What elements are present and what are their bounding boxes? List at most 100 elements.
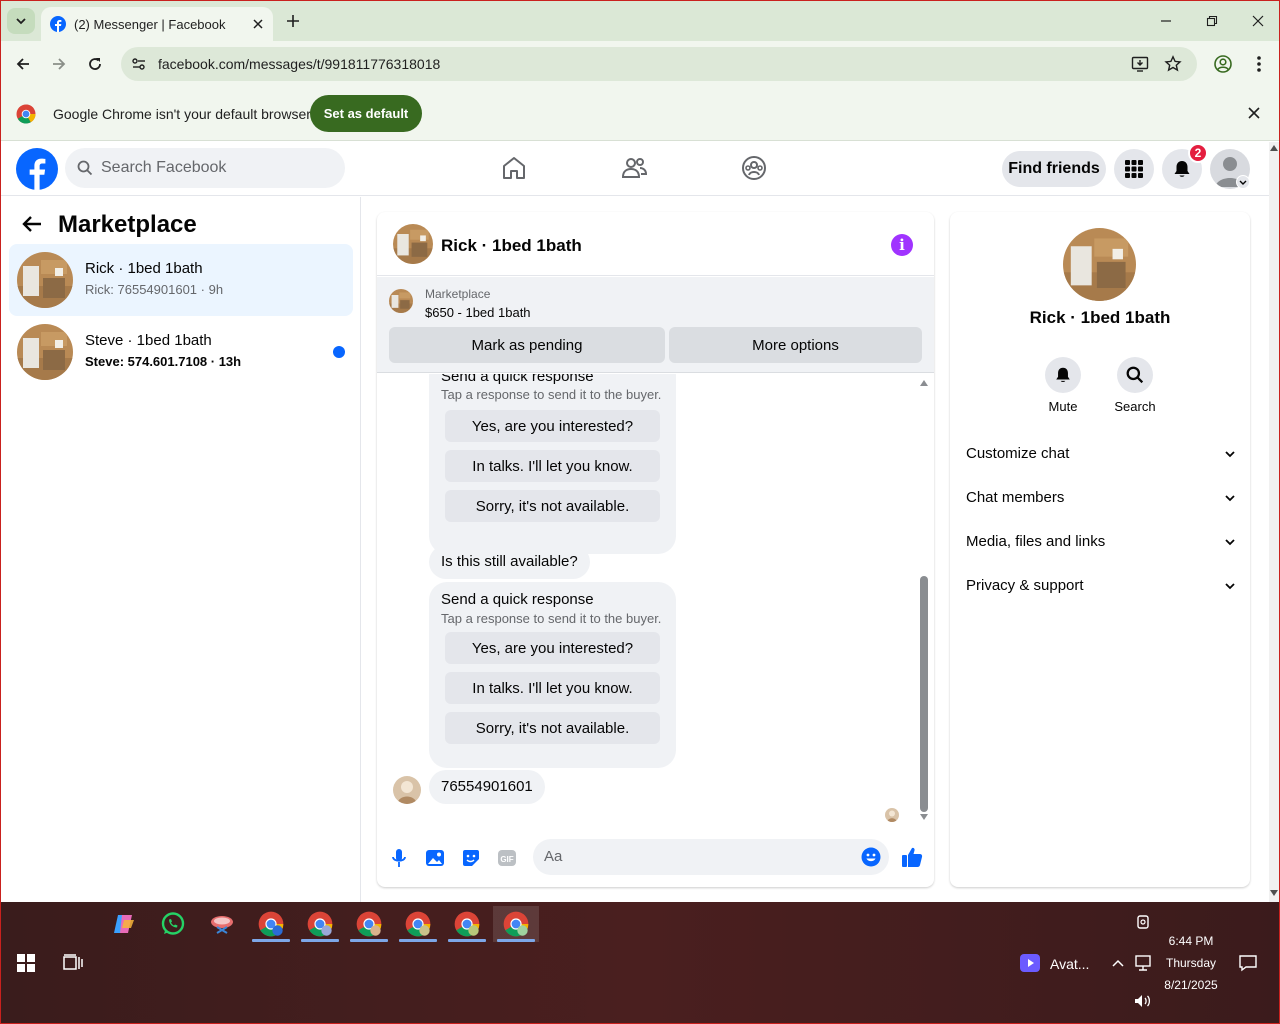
details-avatar[interactable] xyxy=(1063,228,1136,301)
clock-day[interactable]: Thursday xyxy=(1153,956,1229,970)
task-view-icon[interactable] xyxy=(63,954,83,972)
quick-response-option[interactable]: Sorry, it's not available. xyxy=(445,490,660,522)
listing-thumbnail xyxy=(389,289,413,313)
chat-title[interactable]: Rick · 1bed 1bath xyxy=(441,236,582,256)
photo-icon[interactable] xyxy=(424,847,446,869)
search-in-chat-button[interactable]: Search xyxy=(1105,357,1165,414)
network-icon[interactable] xyxy=(1134,955,1152,971)
info-icon[interactable]: i xyxy=(891,234,913,256)
clock-date[interactable]: 8/21/2025 xyxy=(1153,978,1229,992)
volume-icon[interactable] xyxy=(1134,994,1152,1008)
site-settings-icon[interactable] xyxy=(131,56,147,72)
new-tab-button[interactable] xyxy=(283,11,303,31)
back-button[interactable] xyxy=(11,52,35,76)
close-infobar-icon[interactable] xyxy=(1248,107,1260,119)
scroll-thumb[interactable] xyxy=(920,576,928,812)
section-label: Customize chat xyxy=(966,445,1070,462)
tab-messenger[interactable]: (2) Messenger | Facebook xyxy=(41,7,273,41)
tab-search-button[interactable] xyxy=(7,8,35,34)
quick-response-option[interactable]: Sorry, it's not available. xyxy=(445,712,660,744)
snipping-tool-icon xyxy=(211,916,233,934)
quick-response-option[interactable]: Yes, are you interested? xyxy=(445,410,660,442)
quick-response-option[interactable]: In talks. I'll let you know. xyxy=(445,672,660,704)
taskbar-chrome-profile-2[interactable] xyxy=(297,906,343,942)
privacy-support-section[interactable]: Privacy & support xyxy=(966,572,1236,600)
chrome-icon xyxy=(356,911,382,937)
tray-app-label[interactable]: Avat... xyxy=(1050,956,1089,972)
back-arrow-icon[interactable] xyxy=(21,213,43,235)
windows-start-icon[interactable] xyxy=(17,954,35,972)
menu-button[interactable] xyxy=(1114,149,1154,189)
svg-text:GIF: GIF xyxy=(500,855,513,864)
page-scrollbar[interactable] xyxy=(1269,142,1279,902)
notification-badge: 2 xyxy=(1188,143,1208,163)
sender-avatar[interactable] xyxy=(393,776,421,804)
taskbar-chrome-profile-4[interactable] xyxy=(395,906,441,942)
taskbar-chrome-profile-5[interactable] xyxy=(444,906,490,942)
groups-icon[interactable] xyxy=(741,155,767,181)
scroll-down-icon[interactable] xyxy=(1270,890,1278,896)
video-app-icon[interactable] xyxy=(1020,954,1040,972)
taskbar-chrome-profile-1[interactable] xyxy=(248,906,294,942)
plus-icon xyxy=(287,15,299,27)
scroll-up-icon[interactable] xyxy=(920,380,928,386)
restore-button[interactable] xyxy=(1197,9,1227,33)
conversation-item[interactable]: Steve · 1bed 1bath Steve: 574.601.7108 ·… xyxy=(9,316,353,388)
thumbs-up-icon[interactable] xyxy=(900,845,924,869)
message-input[interactable]: Aa xyxy=(533,839,889,875)
message-list: Send a quick response Tap a response to … xyxy=(377,374,934,824)
section-label: Chat members xyxy=(966,489,1065,506)
taskbar-chrome-profile-3[interactable] xyxy=(346,906,392,942)
message-composer: GIF Aa xyxy=(377,832,934,887)
media-files-links-section[interactable]: Media, files and links xyxy=(966,528,1236,556)
chat-scrollbar[interactable] xyxy=(918,380,930,820)
notification-center-icon[interactable] xyxy=(1239,954,1257,972)
minimize-button[interactable] xyxy=(1151,9,1181,33)
customize-chat-section[interactable]: Customize chat xyxy=(966,440,1236,468)
account-chevron-icon[interactable] xyxy=(1236,175,1250,189)
scroll-down-icon[interactable] xyxy=(920,814,928,820)
facebook-search-input[interactable]: Search Facebook xyxy=(65,148,345,188)
close-window-button[interactable] xyxy=(1243,9,1273,33)
profile-icon[interactable] xyxy=(1213,54,1233,74)
kitchen-photo-icon xyxy=(393,224,433,264)
close-tab-icon[interactable] xyxy=(253,19,263,29)
clock-time[interactable]: 6:44 PM xyxy=(1153,934,1229,948)
chat-members-section[interactable]: Chat members xyxy=(966,484,1236,512)
taskbar-snipping-tool[interactable] xyxy=(199,906,245,942)
scroll-up-icon[interactable] xyxy=(1270,145,1278,151)
find-friends-button[interactable]: Find friends xyxy=(1002,151,1106,187)
gif-icon[interactable]: GIF xyxy=(496,847,518,869)
conversation-item[interactable]: Rick · 1bed 1bath Rick: 76554901601 · 9h xyxy=(9,244,353,316)
chevron-up-icon[interactable] xyxy=(1112,958,1124,968)
address-bar[interactable]: facebook.com/messages/t/991811776318018 xyxy=(121,47,1197,81)
quick-response-subtitle: Tap a response to send it to the buyer. xyxy=(441,387,662,402)
home-icon[interactable] xyxy=(501,155,527,181)
menu-dots-icon[interactable] xyxy=(1251,54,1267,74)
emoji-icon[interactable] xyxy=(861,847,881,867)
reload-button[interactable] xyxy=(83,52,107,76)
quick-response-option[interactable]: Yes, are you interested? xyxy=(445,632,660,664)
conversation-preview: Rick: 76554901601 · 9h xyxy=(85,282,224,297)
mark-as-pending-button[interactable]: Mark as pending xyxy=(389,327,665,363)
meet-now-icon[interactable] xyxy=(1135,914,1151,930)
install-app-icon[interactable] xyxy=(1131,55,1149,73)
chat-avatar[interactable] xyxy=(393,224,433,264)
microphone-icon[interactable] xyxy=(388,847,410,869)
sticker-icon[interactable] xyxy=(460,847,482,869)
friends-icon[interactable] xyxy=(621,155,647,181)
listing-price[interactable]: $650 - 1bed 1bath xyxy=(425,305,531,320)
forward-button[interactable] xyxy=(47,52,71,76)
user-photo-icon xyxy=(393,776,421,804)
bell-icon xyxy=(1174,161,1190,177)
more-options-button[interactable]: More options xyxy=(669,327,922,363)
taskbar-copilot[interactable] xyxy=(101,906,147,942)
infobar-message: Google Chrome isn't your default browser xyxy=(53,106,311,122)
bookmark-star-icon[interactable] xyxy=(1164,55,1182,73)
facebook-logo-icon[interactable] xyxy=(16,148,58,190)
mute-button[interactable]: Mute xyxy=(1033,357,1093,414)
taskbar-whatsapp[interactable] xyxy=(150,906,196,942)
set-default-button[interactable]: Set as default xyxy=(310,95,422,132)
quick-response-option[interactable]: In talks. I'll let you know. xyxy=(445,450,660,482)
taskbar-chrome-active[interactable] xyxy=(493,906,539,942)
